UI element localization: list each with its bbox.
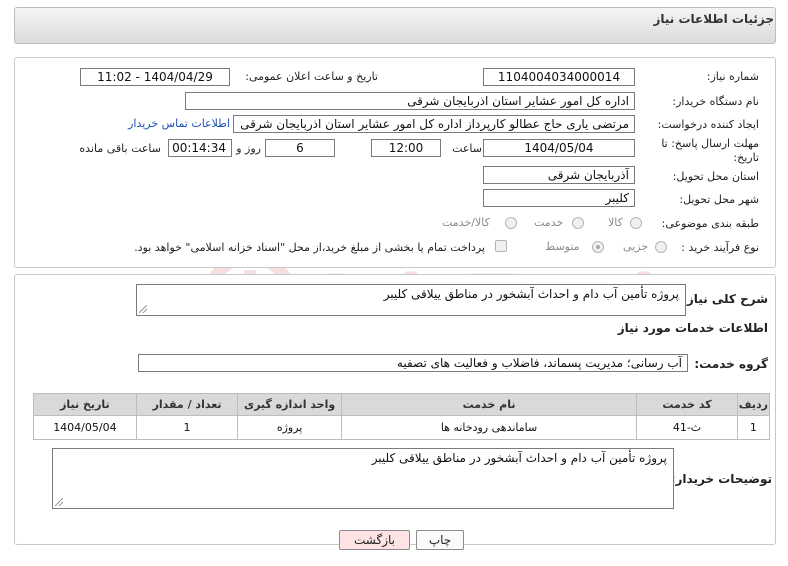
cell-unit: پروژه <box>237 415 342 440</box>
cell-row-number: 1 <box>736 415 771 440</box>
col-header-service-code: کد خدمت <box>636 393 738 416</box>
remaining-time-label: ساعت باقی مانده <box>79 142 161 155</box>
category-radio-goods-service[interactable] <box>505 217 517 229</box>
table-header-row: ردیف کد خدمت نام خدمت واحد اندازه گیری ت… <box>33 393 771 416</box>
process-radio-medium[interactable] <box>592 241 604 253</box>
service-group-field[interactable]: آب رسانی؛ مدیریت پسماند، فاضلاب و فعالیت… <box>138 354 688 372</box>
buyer-notes-textarea[interactable]: پروژه تأمین آب دام و احداث آبشخور در منا… <box>52 448 674 509</box>
buyer-contact-link[interactable]: اطلاعات تماس خریدار <box>128 117 230 130</box>
deadline-date-field[interactable]: 1404/05/04 <box>483 139 635 157</box>
buyer-notes-label: توضیحات خریدار: <box>670 472 772 486</box>
process-option-minor: جزیی <box>623 240 649 253</box>
need-number-label: شماره نیاز: <box>706 70 759 83</box>
days-label: روز و <box>236 142 261 155</box>
process-type-label: نوع فرآیند خرید : <box>681 241 759 254</box>
deadline-time-field[interactable]: 12:00 <box>371 139 441 157</box>
cell-service-name: ساماندهی رودخانه ها <box>340 415 638 440</box>
creator-label: ایجاد کننده درخواست: <box>657 118 759 131</box>
category-option-goods: کالا <box>608 216 623 229</box>
remaining-time-field[interactable]: 00:14:34 <box>168 139 232 157</box>
cell-need-date: 1404/05/04 <box>33 415 137 440</box>
deadline-label: مهلت ارسال پاسخ: تا <box>661 137 759 150</box>
services-section-title: اطلاعات خدمات مورد نیاز <box>617 321 768 335</box>
treasury-payment-checkbox[interactable] <box>495 240 507 252</box>
need-info-panel <box>14 57 776 268</box>
resize-grip-icon[interactable] <box>139 305 147 313</box>
city-label: شهر محل تحویل: <box>679 193 759 206</box>
province-label: استان محل تحویل: <box>672 170 759 183</box>
page-title: جزئیات اطلاعات نیاز <box>653 12 774 26</box>
col-header-service-name: نام خدمت <box>340 393 638 416</box>
process-option-medium: متوسط <box>545 240 580 253</box>
col-header-quantity: تعداد / مقدار <box>135 393 239 416</box>
buyer-org-label: نام دستگاه خریدار: <box>672 95 759 108</box>
announce-datetime-field[interactable]: 1404/04/29 - 11:02 <box>80 68 230 86</box>
services-table: ردیف کد خدمت نام خدمت واحد اندازه گیری ت… <box>33 393 771 440</box>
buyer-org-field[interactable]: اداره کل امور عشایر استان اذربایجان شرقی <box>185 92 635 110</box>
buyer-notes-text: پروژه تأمین آب دام و احداث آبشخور در منا… <box>371 451 667 465</box>
cell-quantity: 1 <box>135 415 239 440</box>
need-number-field[interactable]: 1104004034000014 <box>483 68 635 86</box>
city-field[interactable]: کلیبر <box>483 189 635 207</box>
treasury-payment-note: پرداخت تمام یا بخشی از مبلغ خرید،از محل … <box>134 241 485 254</box>
announce-datetime-label: تاریخ و ساعت اعلان عمومی: <box>245 70 378 83</box>
cell-service-code: ث-41 <box>636 415 738 440</box>
category-option-goods-service: کالا/خدمت <box>442 216 490 229</box>
col-header-row-number: ردیف <box>736 393 771 416</box>
general-description-textarea[interactable]: پروژه تأمین آب دام و احداث آبشخور در منا… <box>136 284 686 316</box>
table-row[interactable]: 1 ث-41 ساماندهی رودخانه ها پروژه 1 1404/… <box>33 415 771 440</box>
province-field[interactable]: آذربایجان شرقی <box>483 166 635 184</box>
deadline-time-label: ساعت <box>452 142 482 155</box>
back-button[interactable]: بازگشت <box>339 530 410 550</box>
deadline-date-label: تاریخ: <box>733 151 759 164</box>
service-group-label: گروه خدمت: <box>694 357 768 371</box>
col-header-need-date: تاریخ نیاز <box>33 393 137 416</box>
resize-grip-icon[interactable] <box>55 498 63 506</box>
print-button[interactable]: چاپ <box>416 530 464 550</box>
category-radio-goods[interactable] <box>630 217 642 229</box>
general-description-label: شرح کلی نیاز: <box>682 292 768 306</box>
col-header-unit: واحد اندازه گیری <box>237 393 342 416</box>
process-radio-minor[interactable] <box>655 241 667 253</box>
category-option-service: خدمت <box>534 216 564 229</box>
general-description-text: پروژه تأمین آب دام و احداث آبشخور در منا… <box>383 287 679 301</box>
category-label: طبقه بندی موضوعی: <box>661 217 759 230</box>
category-radio-service[interactable] <box>572 217 584 229</box>
creator-field[interactable]: مرتضی یاری حاج عطالو کارپرداز اداره کل ا… <box>233 115 635 133</box>
remaining-days-field[interactable]: 6 <box>265 139 335 157</box>
